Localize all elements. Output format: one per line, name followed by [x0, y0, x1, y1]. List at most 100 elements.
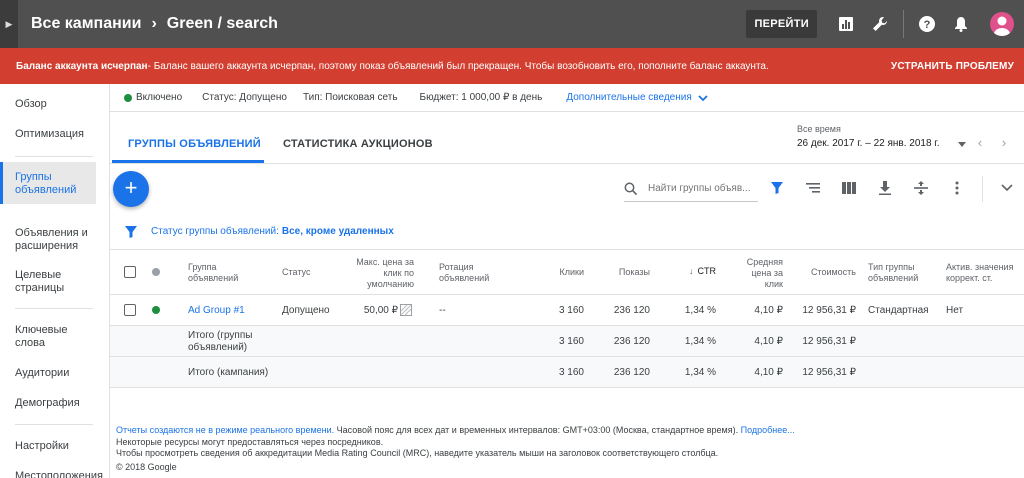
total-campaign-label: Итого (кампания)	[188, 367, 269, 378]
tab-ad-groups[interactable]: ГРУППЫ ОБЪЯВЛЕНИЙ	[128, 138, 261, 150]
header-ad-rotation[interactable]: Ротация объявлений	[439, 262, 499, 284]
header-ctr-sorted[interactable]: ↓ CTR	[672, 266, 716, 277]
date-dropdown-icon[interactable]	[958, 142, 966, 147]
more-vert-icon[interactable]	[948, 179, 966, 197]
learn-more-link[interactable]: Подробнее...	[738, 425, 795, 435]
top-bar: ▶ Все кампании › Green / search ПЕРЕЙТИ …	[0, 0, 1024, 48]
notifications-bell-icon[interactable]	[951, 14, 971, 34]
sidebar-divider	[15, 308, 93, 309]
collapse-toolbar-chevron-icon[interactable]	[998, 179, 1016, 197]
active-tab-indicator	[112, 160, 264, 163]
total-clicks: 3 160	[558, 367, 584, 378]
date-range-selector[interactable]: 26 дек. 2017 г. – 22 янв. 2018 г.	[797, 138, 940, 149]
fix-problem-button[interactable]: УСТРАНИТЬ ПРОБЛЕМУ	[891, 61, 1014, 72]
header-active-bid-adj[interactable]: Актив. значения коррект. ст.	[946, 262, 1022, 284]
status-header-dot-icon	[152, 268, 160, 276]
segment-icon[interactable]	[804, 179, 822, 197]
ad-group-type-value: Стандартная	[868, 305, 929, 316]
header-ad-group-type[interactable]: Тип группы объявлений	[868, 262, 932, 284]
go-to-button[interactable]: ПЕРЕЙТИ	[746, 10, 817, 38]
enabled-dropdown[interactable]: Включено	[136, 92, 182, 103]
header-status[interactable]: Статус	[282, 267, 310, 278]
sidebar-divider	[15, 424, 93, 425]
filter-row[interactable]: Статус группы объявлений: Все, кроме уда…	[110, 214, 1024, 250]
header-max-cpc[interactable]: Макс. цена за клик по умолчанию	[350, 257, 414, 290]
tools-wrench-icon[interactable]	[870, 14, 890, 34]
total-impressions: 236 120	[613, 336, 650, 347]
sidebar-item-overview[interactable]: Обзор	[0, 98, 109, 111]
footer-copyright: © 2018 Google	[116, 461, 177, 472]
more-details-link[interactable]: Дополнительные сведения	[566, 92, 709, 103]
sidebar-item-settings[interactable]: Настройки	[0, 440, 109, 453]
row-checkbox[interactable]	[124, 304, 136, 316]
total-cost: 12 956,31 ₽	[802, 336, 856, 347]
not-realtime-link[interactable]: Отчеты создаются не в режиме реального в…	[116, 425, 334, 435]
expand-panel-icon[interactable]: ▶	[0, 0, 18, 48]
sidebar-item-keywords[interactable]: Ключевые слова	[0, 324, 78, 350]
help-icon[interactable]: ?	[917, 14, 937, 34]
campaign-budget[interactable]: Бюджет: 1 000,00 ₽ в день	[420, 92, 543, 103]
columns-icon[interactable]	[840, 179, 858, 197]
enabled-status-icon	[124, 93, 132, 102]
total-clicks: 3 160	[558, 336, 584, 347]
search-icon	[624, 182, 638, 195]
search-ad-groups-input[interactable]	[648, 183, 758, 194]
header-cost[interactable]: Стоимость	[796, 267, 856, 278]
report-footer: Отчеты создаются не в режиме реального в…	[116, 425, 1016, 473]
sidebar-item-locations[interactable]: Местоположения	[0, 470, 109, 478]
enabled-status-icon[interactable]	[152, 306, 160, 314]
header-avg-cpc[interactable]: Средняя цена за клик	[732, 257, 783, 290]
bid-chart-icon[interactable]	[400, 304, 412, 319]
table-header-row: Группа объявлений Статус Макс. цена за к…	[110, 250, 1024, 295]
filter-icon[interactable]	[768, 179, 786, 197]
sidebar-item-audiences[interactable]: Аудитории	[0, 367, 109, 380]
campaign-status-row: Включено Статус: Допущено Тип: Поисковая…	[110, 84, 1024, 112]
timezone-text: Часовой пояс для всех дат и временных ин…	[334, 425, 739, 435]
alert-message: - Баланс вашего аккаунта исчерпан, поэто…	[147, 60, 769, 72]
tab-bar: ГРУППЫ ОБЪЯВЛЕНИЙ СТАТИСТИКА АУКЦИОНОВ В…	[110, 112, 1024, 164]
account-avatar[interactable]	[990, 12, 1014, 36]
reports-icon[interactable]	[836, 14, 856, 34]
expand-collapse-icon[interactable]	[912, 179, 930, 197]
sidebar-nav: Обзор Оптимизация Группы объявлений Объя…	[0, 84, 110, 478]
impressions-value: 236 120	[613, 305, 650, 316]
total-avg-cpc: 4,10 ₽	[754, 336, 783, 347]
add-ad-group-button[interactable]: +	[113, 171, 149, 207]
ad-group-name-link[interactable]: Ad Group #1	[188, 305, 245, 317]
max-cpc-value[interactable]: 50,00 ₽	[338, 305, 398, 317]
ad-groups-table: Группа объявлений Статус Макс. цена за к…	[110, 250, 1024, 388]
date-prev-icon[interactable]: ‹	[972, 134, 988, 150]
main-content: Включено Статус: Допущено Тип: Поисковая…	[110, 84, 1024, 478]
sidebar-item-demographics[interactable]: Демография	[0, 397, 109, 410]
account-balance-alert: Баланс аккаунта исчерпан - Баланс вашего…	[0, 48, 1024, 84]
breadcrumb-all-campaigns[interactable]: Все кампании	[31, 15, 141, 33]
total-impressions: 236 120	[613, 367, 650, 378]
campaign-status: Статус: Допущено	[202, 92, 287, 103]
header-clicks[interactable]: Клики	[530, 267, 585, 278]
sort-arrow-down-icon: ↓	[689, 266, 694, 276]
cost-value: 12 956,31 ₽	[802, 305, 856, 316]
chevron-down-icon	[698, 94, 708, 101]
header-ad-group[interactable]: Группа объявлений	[188, 262, 248, 284]
sidebar-item-ad-groups[interactable]: Группы объявлений	[0, 162, 96, 204]
avg-cpc-value: 4,10 ₽	[754, 305, 783, 316]
sidebar-item-optimization[interactable]: Оптимизация	[0, 128, 109, 141]
download-icon[interactable]	[876, 179, 894, 197]
ctr-value: 1,34 %	[684, 305, 716, 316]
toolbar-divider	[903, 10, 904, 38]
header-impressions[interactable]: Показы	[600, 267, 650, 278]
filter-icon	[125, 225, 137, 238]
sidebar-item-landing-pages[interactable]: Целевые страницы	[0, 269, 80, 295]
table-total-row: Итого (группы объявлений) 3 160 236 120 …	[110, 326, 1024, 357]
table-row: Ad Group #1 Допущено 50,00 ₽ -- 3 160 23…	[110, 295, 1024, 326]
date-next-icon[interactable]: ›	[996, 134, 1012, 150]
footer-intermediaries-line: Некоторые ресурсы могут предоставляться …	[116, 436, 384, 447]
sidebar-item-ads-extensions[interactable]: Объявления и расширения	[0, 227, 96, 253]
total-ctr: 1,34 %	[684, 367, 716, 378]
tab-auction-insights[interactable]: СТАТИСТИКА АУКЦИОНОВ	[283, 138, 433, 150]
breadcrumb-current-campaign[interactable]: Green / search	[167, 15, 278, 33]
svg-text:?: ?	[924, 19, 931, 31]
clicks-value: 3 160	[558, 305, 584, 316]
footer-mrc-line: Чтобы просмотреть сведения об аккредитац…	[116, 448, 719, 458]
select-all-checkbox[interactable]	[124, 266, 136, 278]
